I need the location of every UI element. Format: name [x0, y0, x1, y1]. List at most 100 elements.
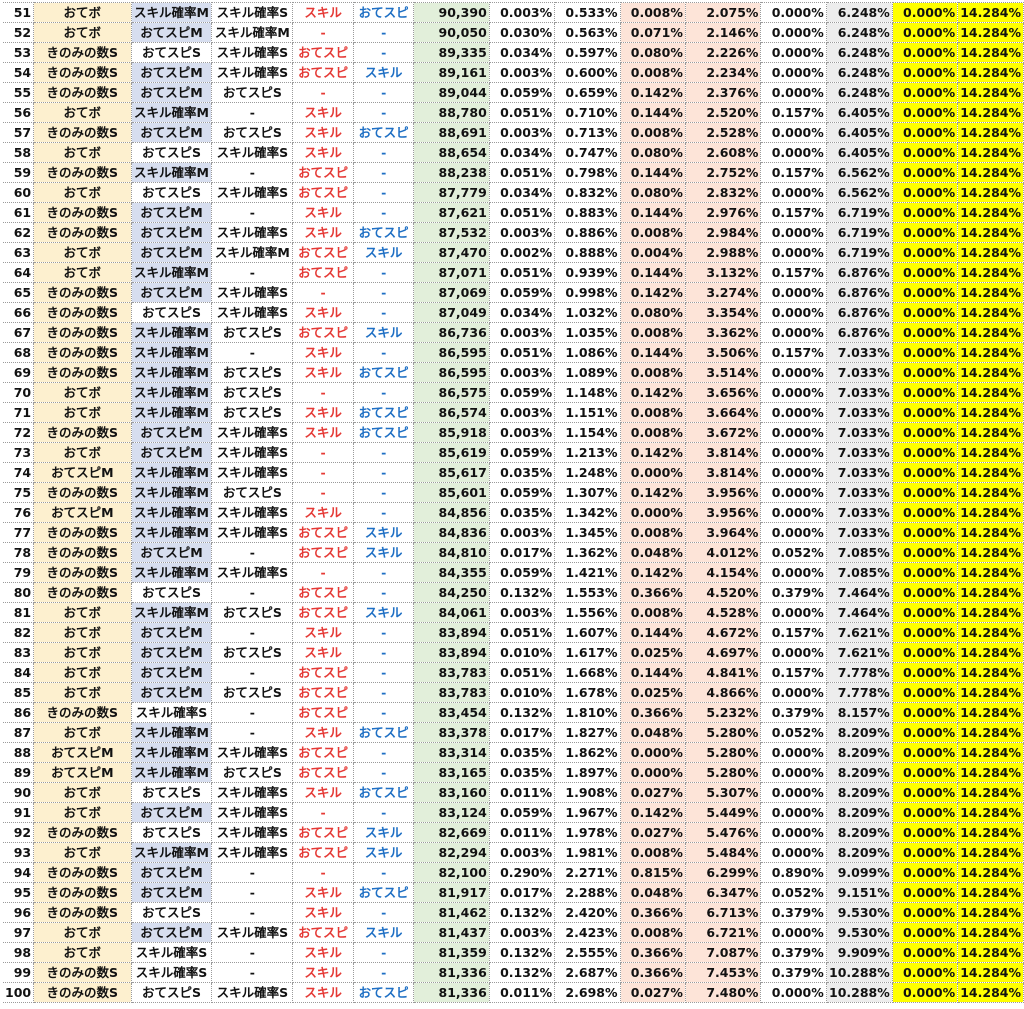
prob-cell: 0.142%: [619, 802, 686, 823]
main-skill-cell: きのみの数S: [33, 122, 132, 143]
cumulative-prob-cell: 1.862%: [554, 742, 621, 763]
prob-cell: 0.011%: [488, 782, 556, 803]
prob-cell: 0.008%: [619, 842, 686, 863]
sub-skill-2-cell: おてスピS: [211, 602, 294, 623]
nature-up-cell: おてスピ: [292, 182, 354, 203]
cumulative-prob-cell: 1.213%: [554, 442, 621, 463]
cumulative-prob-cell: 4.012%: [684, 542, 762, 563]
main-skill-cell: きのみの数S: [33, 42, 132, 63]
score-cell: 83,378: [413, 722, 490, 743]
prob-cell: 0.000%: [891, 442, 959, 463]
prob-cell: 0.059%: [488, 382, 556, 403]
nature-up-cell: スキル: [292, 782, 354, 803]
sub-skill-1-cell: おてスピS: [130, 902, 213, 923]
cumulative-prob-cell: 2.555%: [554, 942, 621, 963]
prob-cell: 0.008%: [619, 922, 686, 943]
cumulative-prob-cell: 7.464%: [825, 582, 893, 603]
cumulative-prob-cell: 1.978%: [554, 822, 621, 843]
prob-cell: 0.000%: [760, 302, 827, 323]
nature-down-cell: スキル: [352, 522, 415, 543]
sub-skill-1-cell: おてスピS: [130, 142, 213, 163]
prob-cell: 0.059%: [488, 562, 556, 583]
prob-cell: 0.030%: [488, 22, 556, 43]
nature-up-cell: スキル: [292, 122, 354, 143]
cumulative-prob-cell: 0.939%: [554, 262, 621, 283]
prob-cell: 0.003%: [488, 922, 556, 943]
score-cell: 84,836: [413, 522, 490, 543]
sub-skill-2-cell: おてスピS: [211, 322, 294, 343]
prob-cell: 0.017%: [488, 882, 556, 903]
cumulative-prob-cell: 10.288%: [825, 962, 893, 983]
prob-cell: 0.000%: [891, 242, 959, 263]
prob-cell: 0.000%: [760, 642, 827, 663]
sub-skill-2-cell: スキル確率S: [211, 802, 294, 823]
nature-up-cell: スキル: [292, 422, 354, 443]
prob-cell: 0.000%: [891, 222, 959, 243]
cumulative-prob-cell: 14.284%: [957, 702, 1024, 723]
prob-cell: 0.132%: [488, 702, 556, 723]
prob-cell: 0.000%: [891, 482, 959, 503]
prob-cell: 0.000%: [891, 142, 959, 163]
score-cell: 83,124: [413, 802, 490, 823]
sub-skill-2-cell: スキル確率S: [211, 742, 294, 763]
score-cell: 87,621: [413, 202, 490, 223]
table-row: 73 おてボ おてスピM スキル確率S - -85,619 0.059% 1.213% 0.14…: [3, 442, 1024, 463]
prob-cell: 0.000%: [891, 202, 959, 223]
prob-cell: 0.144%: [619, 342, 686, 363]
nature-down-cell: スキル: [352, 842, 415, 863]
sub-skill-2-cell: スキル確率S: [211, 922, 294, 943]
sub-skill-2-cell: -: [211, 162, 294, 183]
nature-up-cell: スキル: [292, 202, 354, 223]
cumulative-prob-cell: 3.956%: [684, 502, 762, 523]
sub-skill-1-cell: おてスピS: [130, 302, 213, 323]
cumulative-prob-cell: 2.288%: [554, 882, 621, 903]
nature-down-cell: -: [352, 742, 415, 763]
prob-cell: 0.000%: [760, 482, 827, 503]
sub-skill-2-cell: -: [211, 702, 294, 723]
score-cell: 83,165: [413, 762, 490, 783]
row-number-cell: 83: [3, 642, 35, 663]
prob-cell: 0.025%: [619, 682, 686, 703]
prob-cell: 0.027%: [619, 982, 686, 1003]
sub-skill-1-cell: スキル確率M: [130, 562, 213, 583]
nature-down-cell: おてスピ: [352, 362, 415, 383]
cumulative-prob-cell: 1.810%: [554, 702, 621, 723]
table-row: 54 きのみの数S おてスピM スキル確率S おてスピ スキル 89,161 0.003% 0.…: [3, 62, 1024, 83]
cumulative-prob-cell: 2.608%: [684, 142, 762, 163]
nature-down-cell: -: [352, 562, 415, 583]
row-number-cell: 64: [3, 262, 35, 283]
prob-cell: 0.000%: [760, 602, 827, 623]
row-number-cell: 63: [3, 242, 35, 263]
table-row: 90 おてボ おてスピS スキル確率S スキル おてスピ 83,160 0.011% 1.908…: [3, 782, 1024, 803]
nature-up-cell: おてスピ: [292, 922, 354, 943]
main-skill-cell: きのみの数S: [33, 902, 132, 923]
cumulative-prob-cell: 6.405%: [825, 122, 893, 143]
cumulative-prob-cell: 14.284%: [957, 302, 1024, 323]
nature-down-cell: -: [352, 282, 415, 303]
prob-cell: 0.003%: [488, 62, 556, 83]
cumulative-prob-cell: 1.897%: [554, 762, 621, 783]
row-number-cell: 93: [3, 842, 35, 863]
cumulative-prob-cell: 4.841%: [684, 662, 762, 683]
sub-skill-1-cell: おてスピM: [130, 802, 213, 823]
sub-skill-2-cell: おてスピS: [211, 482, 294, 503]
sub-skill-1-cell: スキル確率S: [130, 962, 213, 983]
cumulative-prob-cell: 9.151%: [825, 882, 893, 903]
score-cell: 83,894: [413, 642, 490, 663]
prob-cell: 0.157%: [760, 622, 827, 643]
main-skill-cell: おてスピM: [33, 742, 132, 763]
cumulative-prob-cell: 1.981%: [554, 842, 621, 863]
prob-cell: 0.034%: [488, 42, 556, 63]
cumulative-prob-cell: 6.876%: [825, 322, 893, 343]
main-skill-cell: きのみの数S: [33, 822, 132, 843]
score-cell: 85,918: [413, 422, 490, 443]
row-number-cell: 65: [3, 282, 35, 303]
prob-cell: 0.011%: [488, 982, 556, 1003]
cumulative-prob-cell: 0.713%: [554, 122, 621, 143]
sub-skill-2-cell: おてスピS: [211, 682, 294, 703]
prob-cell: 0.142%: [619, 482, 686, 503]
prob-cell: 0.379%: [760, 902, 827, 923]
score-cell: 87,069: [413, 282, 490, 303]
score-cell: 87,779: [413, 182, 490, 203]
table-row: 92 きのみの数S おてスピS スキル確率S おてスピ スキル 82,669 0.011% 1.…: [3, 822, 1024, 843]
